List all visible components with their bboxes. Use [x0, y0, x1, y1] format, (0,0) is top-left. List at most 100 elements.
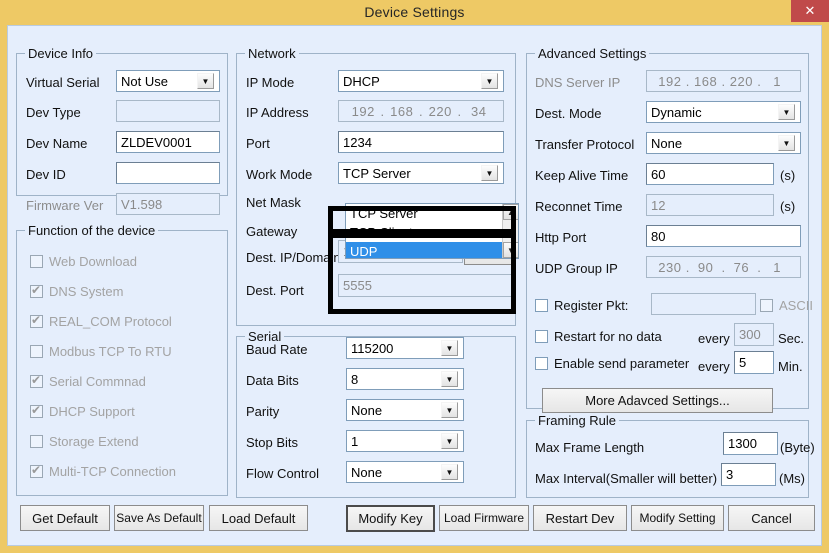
dev-type-field[interactable]: [116, 100, 220, 122]
dropdown-scrollbar[interactable]: ▲ ▼: [502, 204, 518, 258]
load-default-button[interactable]: Load Default: [209, 505, 308, 531]
udp-group-ip-field[interactable]: 230 . 90 . 76 . 1: [646, 256, 801, 278]
baud-rate-value: 115200: [351, 341, 441, 356]
ip-mode-combo[interactable]: DHCP ▼: [338, 70, 504, 92]
checkbox-modbus-tcp-to-rtu[interactable]: Modbus TCP To RTU: [30, 344, 172, 359]
label-reconnet-time: Reconnet Time: [535, 199, 622, 214]
chevron-down-icon[interactable]: ▼: [441, 340, 458, 356]
checkbox-web-download[interactable]: Web Download: [30, 254, 137, 269]
checkbox-real-com-protocol[interactable]: REAL_COM Protocol: [30, 314, 172, 329]
chevron-down-icon[interactable]: ▼: [197, 73, 214, 89]
group-function-of-device: Function of the device: [16, 230, 228, 496]
checkbox-label: DNS System: [49, 284, 123, 299]
label-send-every: every: [698, 359, 730, 374]
ip-octet-1: 192: [347, 104, 380, 119]
unit-send-min: Min.: [778, 359, 803, 374]
ip-octet-3: 76: [727, 260, 757, 275]
dest-port-field[interactable]: 5555: [338, 274, 516, 297]
label-gateway: Gateway: [246, 224, 297, 239]
chevron-down-icon[interactable]: ▼: [441, 371, 458, 387]
cancel-button[interactable]: Cancel: [728, 505, 815, 531]
label-baud-rate: Baud Rate: [246, 342, 307, 357]
dest-mode-combo[interactable]: Dynamic ▼: [646, 101, 801, 123]
stop-bits-combo[interactable]: 1 ▼: [346, 430, 464, 452]
label-data-bits: Data Bits: [246, 373, 299, 388]
transfer-protocol-combo[interactable]: None ▼: [646, 132, 801, 154]
dropdown-option-tcp-client[interactable]: TCP Client: [346, 223, 518, 242]
more-advanced-settings-button[interactable]: More Adavced Settings...: [542, 388, 773, 413]
ip-address-field[interactable]: 192 . 168 . 220 . 34: [338, 100, 504, 122]
port-field[interactable]: 1234: [338, 131, 504, 153]
label-stop-bits: Stop Bits: [246, 435, 298, 450]
checkbox-icon: [535, 299, 548, 312]
checkbox-label: Web Download: [49, 254, 137, 269]
save-as-default-button[interactable]: Save As Default: [114, 505, 204, 531]
dropdown-option-tcp-server[interactable]: TCP Server: [346, 204, 518, 223]
label-dev-id: Dev ID: [26, 167, 66, 182]
scroll-down-icon[interactable]: ▼: [503, 242, 519, 258]
ip-octet-4: 34: [463, 104, 496, 119]
dropdown-option-udp[interactable]: UDP: [346, 242, 518, 259]
virtual-serial-combo[interactable]: Not Use ▼: [116, 70, 220, 92]
dns-server-ip-field[interactable]: 192 . 168 . 220 . 1: [646, 70, 801, 92]
get-default-button[interactable]: Get Default: [20, 505, 110, 531]
checkbox-label: Serial Commnad: [49, 374, 146, 389]
label-net-mask: Net Mask: [246, 195, 301, 210]
max-frame-length-field[interactable]: 1300: [723, 432, 778, 455]
chevron-down-icon[interactable]: ▼: [441, 464, 458, 480]
checkbox-icon: [30, 255, 43, 268]
register-pkt-field[interactable]: [651, 293, 756, 315]
label-dev-type: Dev Type: [26, 105, 81, 120]
chevron-down-icon[interactable]: ▼: [778, 104, 795, 120]
checkbox-label: Modbus TCP To RTU: [49, 344, 172, 359]
close-icon[interactable]: ✕: [791, 0, 829, 22]
checkbox-icon: [535, 330, 548, 343]
checkbox-label: Register Pkt:: [554, 298, 628, 313]
checkbox-dns-system[interactable]: DNS System: [30, 284, 123, 299]
scroll-up-icon[interactable]: ▲: [503, 204, 519, 220]
max-interval-field[interactable]: 3: [721, 463, 776, 486]
modify-key-button[interactable]: Modify Key: [346, 505, 435, 532]
work-mode-dropdown-list[interactable]: TCP Server TCP Client UDP ▲ ▼: [345, 203, 519, 259]
checkbox-ascii[interactable]: ASCII: [760, 298, 813, 313]
checkbox-label: Storage Extend: [49, 434, 139, 449]
chevron-down-icon[interactable]: ▼: [441, 402, 458, 418]
checkbox-enable-send-parameter[interactable]: Enable send parameter: [535, 356, 689, 371]
titlebar: Device Settings: [0, 0, 829, 23]
checkbox-label: Multi-TCP Connection: [49, 464, 176, 479]
send-parameter-minutes-field[interactable]: 5: [734, 351, 774, 374]
restart-seconds-field[interactable]: 300: [734, 323, 774, 346]
label-dns-server-ip: DNS Server IP: [535, 75, 620, 90]
chevron-down-icon[interactable]: ▼: [778, 135, 795, 151]
parity-combo[interactable]: None ▼: [346, 399, 464, 421]
flow-control-value: None: [351, 465, 441, 480]
chevron-down-icon[interactable]: ▼: [481, 165, 498, 181]
baud-rate-combo[interactable]: 115200 ▼: [346, 337, 464, 359]
checkbox-storage-extend[interactable]: Storage Extend: [30, 434, 139, 449]
load-firmware-button[interactable]: Load Firmware: [439, 505, 529, 531]
dev-id-field[interactable]: [116, 162, 220, 184]
http-port-field[interactable]: 80: [646, 225, 801, 247]
keep-alive-time-field[interactable]: 60: [646, 163, 774, 185]
dev-name-field[interactable]: ZLDEV0001: [116, 131, 220, 153]
flow-control-combo[interactable]: None ▼: [346, 461, 464, 483]
window-title: Device Settings: [364, 4, 464, 20]
data-bits-combo[interactable]: 8 ▼: [346, 368, 464, 390]
ip-octet-2: 168: [691, 74, 721, 89]
chevron-down-icon[interactable]: ▼: [441, 433, 458, 449]
unit-max-interval: (Ms): [779, 471, 805, 486]
restart-dev-button[interactable]: Restart Dev: [533, 505, 627, 531]
checkbox-dhcp-support[interactable]: DHCP Support: [30, 404, 135, 419]
work-mode-combo[interactable]: TCP Server ▼: [338, 162, 504, 184]
checkbox-register-pkt[interactable]: Register Pkt:: [535, 298, 628, 313]
checkbox-label: DHCP Support: [49, 404, 135, 419]
label-flow-control: Flow Control: [246, 466, 319, 481]
reconnet-time-field[interactable]: 12: [646, 194, 774, 216]
checkbox-restart-for-no-data[interactable]: Restart for no data: [535, 329, 662, 344]
chevron-down-icon[interactable]: ▼: [481, 73, 498, 89]
modify-setting-button[interactable]: Modify Setting: [631, 505, 724, 531]
checkbox-icon: [30, 315, 43, 328]
checkbox-serial-commnad[interactable]: Serial Commnad: [30, 374, 146, 389]
checkbox-multi-tcp-connection[interactable]: Multi-TCP Connection: [30, 464, 176, 479]
ip-octet-3: 220: [424, 104, 457, 119]
